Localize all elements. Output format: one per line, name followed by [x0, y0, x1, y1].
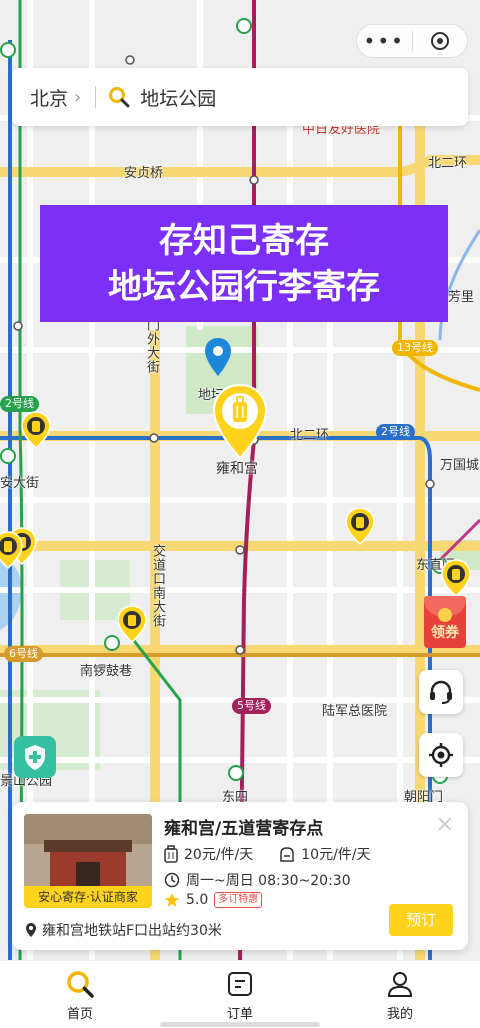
chevron-right-icon: › [74, 86, 82, 108]
hours-row: 周一~周日 08:30~20:30 [164, 870, 351, 890]
opening-hours: 周一~周日 08:30~20:30 [186, 873, 351, 889]
coin-icon [438, 608, 452, 622]
line-2-tag: 2号线 [376, 424, 415, 440]
suitcase-icon [164, 845, 178, 863]
search-divider [95, 86, 97, 108]
city-name: 北京 [30, 87, 69, 110]
star-icon [164, 892, 180, 908]
top-bar: ••• [0, 0, 480, 66]
map-label-wanguo: 万国城 [440, 458, 480, 473]
tab-profile[interactable]: 我的 [320, 961, 480, 1028]
locate-me-button[interactable] [419, 733, 463, 777]
clock-icon [164, 872, 180, 888]
more-menu-button[interactable]: ••• [357, 24, 412, 58]
tab-orders-label: 订单 [226, 1007, 253, 1022]
map-label-beierhuan-east: 北二环 [428, 156, 468, 171]
rating-row: 5.0 多订特惠 [164, 892, 263, 908]
location-row: 雍和宫地铁站F口出站约30米 [24, 920, 222, 940]
promo-banner: 存知己寄存 地坛公园行李寄存 [40, 205, 448, 322]
line-13-tag: 13号线 [392, 340, 438, 356]
search-input[interactable]: 地坛公园 [140, 84, 216, 111]
location-pin-icon [24, 922, 38, 938]
tab-profile-label: 我的 [386, 1007, 413, 1022]
close-miniprogram-button[interactable] [413, 30, 468, 52]
bag-icon [279, 845, 295, 863]
map-label-beierhuan: 北二环 [290, 428, 330, 443]
price-bag: 10元/件/天 [301, 847, 371, 863]
line-5-tag: 5号线 [232, 698, 271, 714]
user-icon [387, 972, 413, 997]
map-label-nanluoguxiang: 南锣鼓巷 [80, 664, 133, 679]
price-suitcase: 20元/件/天 [184, 847, 254, 863]
map-label-andingmen: 门外大街 [144, 318, 159, 374]
book-button[interactable]: 预订 [389, 904, 453, 936]
map-label-lujun: 陆军总医院 [322, 704, 388, 719]
map-label-anzhen: 安贞桥 [124, 166, 164, 181]
store-card[interactable]: 安心寄存·认证商家 雍和宫/五道营寄存点 × 20元/件/天 10元/件/天 周… [12, 802, 468, 950]
miniprogram-capsule: ••• [356, 24, 468, 58]
headset-icon [430, 680, 452, 704]
tab-orders[interactable]: 订单 [160, 961, 320, 1028]
crosshair-icon [429, 743, 453, 767]
tab-home-label: 首页 [66, 1007, 93, 1022]
line-6-tag: 6号线 [4, 646, 43, 662]
store-name: 雍和宫/五道营寄存点 [164, 819, 324, 839]
map-label-andajie: 安大街 [0, 476, 40, 491]
map-label-jiaodaokou: 交道口南大街 [150, 544, 165, 628]
target-icon [430, 32, 449, 50]
home-indicator [160, 1022, 320, 1027]
banner-line-1: 存知己寄存 [159, 221, 329, 261]
verified-merchant-badge: 安心寄存·认证商家 [24, 886, 152, 908]
map-label-fangli: 芳里 [448, 290, 475, 305]
city-selector[interactable]: 北京 › [12, 84, 81, 111]
coupon-button[interactable]: 领券 [420, 594, 468, 650]
search-home-icon [67, 971, 94, 998]
shield-plus-icon [25, 745, 45, 770]
store-location: 雍和宫地铁站F口出站约30米 [42, 923, 222, 939]
price-row: 20元/件/天 10元/件/天 [164, 844, 371, 864]
bottom-tab-bar: 首页 订单 我的 [0, 960, 480, 1028]
tab-home[interactable]: 首页 [0, 961, 160, 1028]
search-icon [109, 87, 130, 108]
customer-service-button[interactable] [419, 670, 463, 714]
order-icon [228, 972, 252, 996]
close-icon[interactable]: × [436, 812, 454, 837]
search-bar[interactable]: 北京 › 地坛公园 [12, 68, 468, 126]
rating-value: 5.0 [186, 892, 209, 908]
banner-line-2: 地坛公园行李寄存 [108, 267, 380, 307]
insurance-button[interactable] [14, 736, 56, 778]
discount-tag: 多订特惠 [214, 892, 263, 908]
coupon-label: 领券 [431, 625, 459, 641]
